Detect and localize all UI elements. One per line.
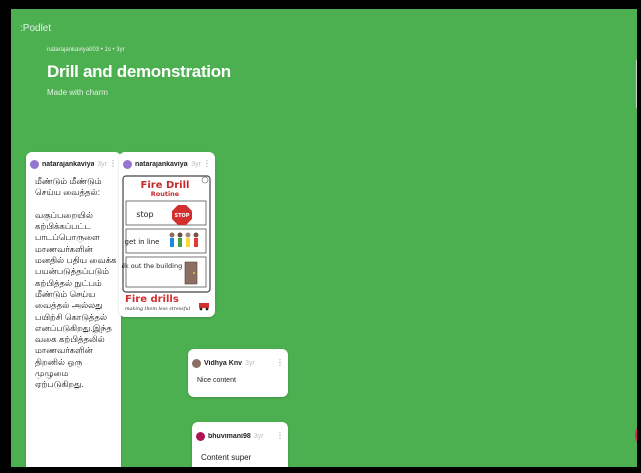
avatar [123, 159, 132, 169]
more-options-icon[interactable]: ⋮ [274, 432, 284, 440]
comment-card[interactable]: bhuvimani98 3yr ⋮ Content super [192, 422, 288, 467]
fire-drill-poster-art: Fire Drill Routine stop STOP get in line [119, 174, 211, 314]
comment-author: bhuvimani98 [208, 432, 251, 440]
exit-door-icon [184, 261, 198, 285]
poster-step-1: stop [136, 210, 153, 219]
stop-sign-label: STOP [175, 213, 190, 219]
comment-header: Vidhya Knv 3yr ⋮ [192, 357, 284, 369]
post-age: 3yr [97, 160, 107, 168]
post-header: natarajankaviya0... 3yr ⋮ [123, 158, 211, 170]
window-edge [637, 0, 641, 473]
comment-age: 3yr [245, 359, 255, 367]
avatar [30, 159, 39, 169]
fire-drill-image[interactable]: Fire Drill Routine stop STOP get in line [119, 174, 211, 314]
comment-text: Nice content [197, 377, 236, 384]
comment-text: Content super [201, 453, 252, 462]
post-card-text[interactable]: natarajankaviya0... 3yr ⋮ மீண்டும் மீண்ட… [26, 152, 121, 467]
padlet-logo[interactable]: :Podlet [20, 23, 51, 34]
post-header: natarajankaviya0... 3yr ⋮ [30, 158, 117, 170]
comment-card[interactable]: Vidhya Knv 3yr ⋮ Nice content [188, 349, 288, 397]
comment-age: 3yr [253, 432, 264, 440]
poster-tagline: making them less stressful [125, 306, 191, 312]
board-subtitle: Made with charm [47, 88, 108, 97]
avatar [192, 358, 201, 368]
post-card-image[interactable]: natarajankaviya0... 3yr ⋮ Fire Drill Rou… [119, 152, 215, 317]
comment-header: bhuvimani98 3yr ⋮ [196, 430, 284, 442]
post-age: 3yr [191, 160, 201, 168]
post-author: natarajankaviya0... [42, 160, 95, 168]
board-meta: natarajankaviya003 • 1s • 3yr [47, 47, 125, 53]
avatar [196, 431, 205, 441]
poster-footer: Fire drills [125, 294, 179, 305]
post-author: natarajankaviya0... [135, 160, 188, 168]
poster-heading-2: Routine [151, 190, 180, 198]
poster-step-3: walk out the building [122, 262, 182, 270]
poster-step-2: get in line [125, 238, 160, 246]
comment-author: Vidhya Knv [204, 359, 242, 367]
page-title: Drill and demonstration [47, 62, 231, 81]
more-options-icon[interactable]: ⋮ [107, 160, 117, 168]
padlet-board: :Podlet natarajankaviya003 • 1s • 3yr Dr… [11, 9, 641, 467]
post-body: மீண்டும் மீண்டும் செய்ய வைத்தல்: வகுப்பற… [35, 176, 117, 390]
more-options-icon[interactable]: ⋮ [274, 359, 284, 367]
more-options-icon[interactable]: ⋮ [201, 160, 211, 168]
